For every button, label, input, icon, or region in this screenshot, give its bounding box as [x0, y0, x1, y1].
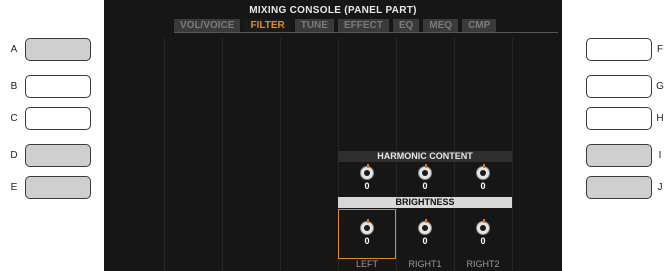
button-a[interactable] — [25, 38, 91, 61]
knob-icon[interactable] — [418, 164, 432, 180]
harmonic-right2-value: 0 — [480, 181, 486, 191]
letter-j: J — [657, 182, 663, 193]
brightness-left-value: 0 — [364, 236, 370, 246]
tab-effect[interactable]: EFFECT — [337, 19, 389, 32]
letter-c: C — [10, 113, 18, 124]
button-i[interactable] — [586, 144, 652, 167]
harmonic-right1-value: 0 — [422, 181, 428, 191]
letter-i: I — [658, 150, 662, 161]
button-j[interactable] — [586, 176, 652, 199]
part-label-right1: RIGHT1 — [408, 259, 442, 269]
button-c[interactable] — [25, 107, 91, 130]
letter-f: F — [656, 44, 664, 55]
lcd-screen: MIXING CONSOLE (PANEL PART) VOL/VOICE FI… — [104, 0, 562, 271]
tab-filter[interactable]: FILTER — [244, 19, 291, 32]
tab-tune[interactable]: TUNE — [294, 19, 334, 32]
tab-eq[interactable]: EQ — [392, 19, 420, 32]
knob-icon[interactable] — [418, 219, 432, 235]
knob-icon[interactable] — [360, 164, 374, 180]
button-b[interactable] — [25, 75, 91, 98]
column-divider — [512, 38, 513, 271]
letter-a: A — [10, 44, 18, 55]
knob-icon[interactable] — [476, 164, 490, 180]
letter-e: E — [10, 182, 18, 193]
column-divider — [222, 38, 223, 271]
letter-d: D — [10, 150, 18, 161]
tab-cmp[interactable]: CMP — [462, 19, 497, 32]
part-label-left: LEFT — [355, 259, 378, 269]
letter-g: G — [656, 81, 664, 92]
screen-title: MIXING CONSOLE (PANEL PART) — [249, 5, 417, 16]
button-d[interactable] — [25, 144, 91, 167]
harmonic-left-value: 0 — [364, 181, 370, 191]
brightness-right2-value: 0 — [480, 236, 486, 246]
brightness-right1-value: 0 — [422, 236, 428, 246]
column-divider — [280, 38, 281, 271]
brightness-header: BRIGHTNESS — [338, 197, 512, 208]
knob-icon[interactable] — [360, 219, 374, 235]
tab-divider — [174, 32, 558, 33]
tab-vol-voice[interactable]: VOL/VOICE — [174, 19, 241, 32]
button-h[interactable] — [586, 107, 652, 130]
button-g[interactable] — [586, 75, 652, 98]
knob-icon[interactable] — [476, 219, 490, 235]
harmonic-content-header: HARMONIC CONTENT — [338, 151, 512, 162]
letter-h: H — [656, 113, 664, 124]
part-label-right2: RIGHT2 — [466, 259, 500, 269]
button-e[interactable] — [25, 176, 91, 199]
tab-meq[interactable]: MEQ — [423, 19, 459, 32]
tab-bar: VOL/VOICE FILTER TUNE EFFECT EQ MEQ CMP — [174, 19, 558, 32]
button-f[interactable] — [586, 38, 652, 61]
letter-b: B — [10, 81, 18, 92]
column-divider — [164, 38, 165, 271]
